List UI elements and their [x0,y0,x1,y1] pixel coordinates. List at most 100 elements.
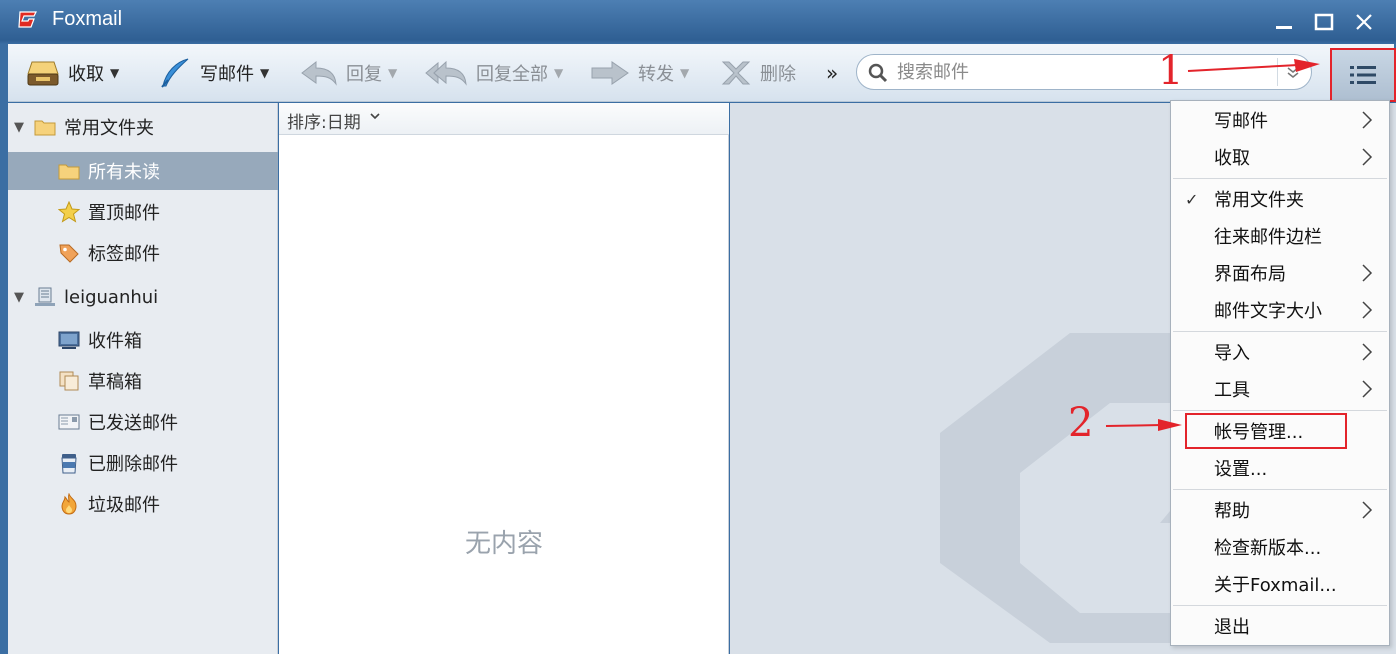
menu-item-label: 检查新版本... [1214,538,1322,559]
minimize-icon[interactable] [1272,10,1296,34]
forward-button[interactable]: 转发 ▼ [590,44,689,102]
annotation-arrow-1-icon [1187,59,1320,72]
app-window: Foxmail 收取 ▼ 写邮件 ▼ 回复 ▼ 回复全部 ▼ 转发 ▼ 删除 »… [0,0,1396,654]
menu-separator [1173,605,1387,606]
compose-caret-icon[interactable]: ▼ [260,66,269,80]
account-group[interactable]: ▼ leiguanhui [8,278,278,316]
favorites-group[interactable]: ▼ 常用文件夹 [8,108,278,146]
menu-separator [1173,489,1387,490]
main-dropdown-menu: 写邮件 收取 ✓ 常用文件夹 往来邮件边栏 界面布局 邮件文字大小 导入 工具 … [1170,100,1390,646]
reply-all-button[interactable]: 回复全部 ▼ [424,44,563,102]
menu-item-check-update[interactable]: 检查新版本... [1171,529,1389,565]
menu-item-label: 设置... [1214,459,1268,480]
chevron-right-icon [1362,264,1373,282]
menu-item-compose[interactable]: 写邮件 [1171,102,1389,138]
reply-button[interactable]: 回复 ▼ [300,44,397,102]
menu-item-label: 导入 [1214,343,1250,364]
sidebar-item-drafts[interactable]: 草稿箱 [8,362,278,400]
expand-triangle-icon[interactable]: ▼ [14,290,24,305]
feather-pen-icon [161,58,189,88]
favorites-group-label: 常用文件夹 [64,118,154,139]
close-icon[interactable] [1352,10,1376,34]
sidebar-item-tagged[interactable]: 标签邮件 [8,234,278,272]
chevron-right-icon [1362,343,1373,361]
chevron-right-icon [1362,501,1373,519]
sidebar-item-label: 收件箱 [88,331,142,352]
menu-item-label: 关于Foxmail... [1214,575,1337,596]
trash-bin-icon [61,454,77,474]
reply-all-arrow-icon [425,60,467,86]
menu-item-tools[interactable]: 工具 [1171,371,1389,407]
star-icon [58,201,80,223]
search-icon [868,63,888,83]
chevron-right-icon [1362,380,1373,398]
folder-icon [34,120,56,136]
expand-triangle-icon[interactable]: ▼ [14,120,24,135]
menu-item-layout[interactable]: 界面布局 [1171,255,1389,291]
sidebar-item-label: 垃圾邮件 [88,495,160,516]
sidebar-item-label: 已发送邮件 [88,413,178,434]
foxmail-logo-icon [18,11,37,28]
menu-item-label: 收取 [1214,148,1250,169]
delete-button[interactable]: 删除 [720,44,796,102]
menu-item-settings[interactable]: 设置... [1171,450,1389,486]
menu-item-favorites[interactable]: ✓ 常用文件夹 [1171,181,1389,217]
main-menu-button[interactable] [1330,48,1396,102]
menu-item-help[interactable]: 帮助 [1171,492,1389,528]
forward-caret-icon[interactable]: ▼ [680,66,689,80]
sidebar-item-label: 已删除邮件 [88,454,178,475]
sort-label: 排序:日期 [287,113,361,133]
sort-chevron-down-icon[interactable] [369,110,381,125]
message-list-pane: 排序:日期 无内容 [279,103,729,654]
maximize-icon[interactable] [1312,10,1336,34]
delete-x-icon [721,61,751,85]
menu-item-account-management[interactable]: 帐号管理... [1185,413,1347,449]
forward-arrow-icon [591,61,629,85]
more-tools-button[interactable]: » [818,44,838,102]
inbox-tray-icon [27,61,59,86]
more-tools-label: » [826,61,839,85]
sidebar-item-junk[interactable]: 垃圾邮件 [8,485,278,523]
sidebar-item-sent[interactable]: 已发送邮件 [8,403,278,441]
checkmark-icon: ✓ [1185,190,1199,209]
menu-item-exit[interactable]: 退出 [1171,608,1389,644]
folder-icon [58,164,80,180]
sidebar-item-inbox[interactable]: 收件箱 [8,321,278,359]
compose-button[interactable]: 写邮件 ▼ [158,44,269,102]
menu-separator [1173,410,1387,411]
chevron-right-icon [1362,301,1373,319]
sidebar-item-pinned[interactable]: 置顶邮件 [8,193,278,231]
sort-header[interactable]: 排序:日期 [279,103,729,135]
receive-button[interactable]: 收取 ▼ [26,44,119,102]
reply-label: 回复 [346,64,382,85]
menu-item-font-size[interactable]: 邮件文字大小 [1171,292,1389,328]
menu-item-receive[interactable]: 收取 [1171,139,1389,175]
menu-item-contacts-sidebar[interactable]: 往来邮件边栏 [1171,218,1389,254]
account-server-icon [35,287,55,306]
list-menu-icon [1350,66,1376,84]
inbox-icon [58,331,80,349]
menu-item-label: 界面布局 [1214,264,1286,285]
chevron-right-icon [1362,148,1373,166]
tag-icon [59,244,79,263]
title-bar: Foxmail [0,0,1396,44]
drafts-icon [59,371,79,391]
forward-label: 转发 [638,64,674,85]
window-title: Foxmail [52,8,123,30]
menu-item-import[interactable]: 导入 [1171,334,1389,370]
reply-arrow-icon [301,60,337,86]
reply-all-caret-icon[interactable]: ▼ [554,66,563,80]
sidebar-item-all-unread[interactable]: 所有未读 [8,152,278,190]
chevron-right-icon [1362,111,1373,129]
sidebar-item-deleted[interactable]: 已删除邮件 [8,444,278,482]
menu-item-label: 帐号管理... [1214,422,1304,443]
sidebar-item-label: 置顶邮件 [88,203,160,224]
reply-caret-icon[interactable]: ▼ [388,66,397,80]
menu-item-label: 工具 [1214,380,1250,401]
menu-item-about[interactable]: 关于Foxmail... [1171,566,1389,602]
receive-caret-icon[interactable]: ▼ [110,66,119,80]
menu-item-label: 常用文件夹 [1214,190,1304,211]
account-group-label: leiguanhui [64,286,159,308]
menu-item-label: 写邮件 [1214,111,1268,132]
menu-separator [1173,331,1387,332]
